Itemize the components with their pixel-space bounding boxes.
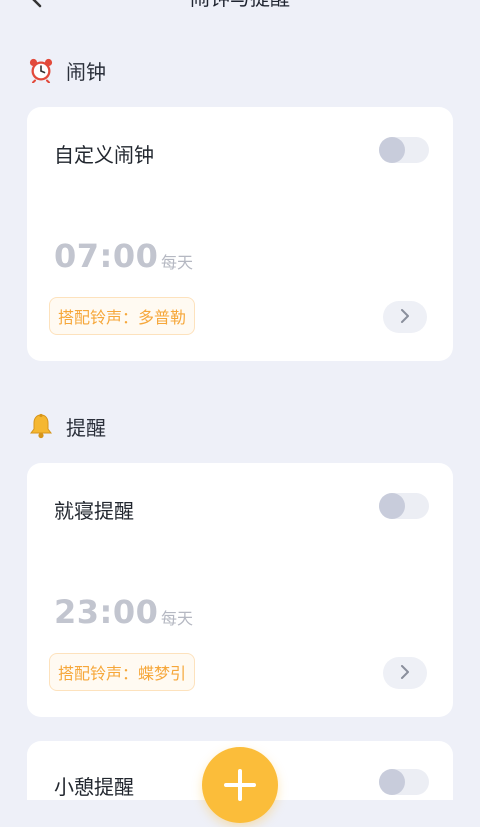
toggle-knob (379, 493, 405, 519)
top-bar: 闹钟与提醒 (0, 0, 480, 20)
alarm-time: 07:00 (54, 237, 159, 275)
section-header-reminder: 提醒 (28, 411, 106, 441)
plus-icon (202, 747, 278, 823)
card-title: 小憩提醒 (54, 775, 134, 799)
chevron-right-button[interactable] (383, 657, 427, 689)
ringtone-tag[interactable]: 搭配铃声：蝶梦引 (49, 653, 196, 691)
chevron-right-button[interactable] (383, 301, 427, 333)
section-title: 闹钟 (66, 59, 106, 84)
toggle-knob (379, 769, 405, 795)
card-title: 自定义闹钟 (54, 143, 154, 167)
section-header-alarm: 闹钟 (28, 55, 106, 85)
reminder-time: 23:00 (54, 593, 159, 631)
add-button[interactable] (202, 747, 278, 823)
alarm-clock-icon (28, 57, 54, 84)
ringtone-tag[interactable]: 搭配铃声：多普勒 (49, 297, 196, 335)
chevron-right-icon (400, 308, 410, 327)
toggle-knob (379, 137, 405, 163)
alarm-card-custom[interactable]: 自定义闹钟 07:00 每天 搭配铃声：多普勒 (27, 107, 453, 361)
bell-icon (28, 413, 54, 439)
chevron-right-icon (400, 664, 410, 683)
card-title: 就寝提醒 (54, 499, 134, 523)
alarm-toggle[interactable] (379, 137, 429, 163)
reminder-repeat: 每天 (161, 609, 194, 628)
reminder-toggle[interactable] (379, 769, 429, 795)
section-title: 提醒 (66, 415, 106, 440)
reminder-card-bedtime[interactable]: 就寝提醒 23:00 每天 搭配铃声：蝶梦引 (27, 463, 453, 717)
page-title: 闹钟与提醒 (0, 0, 480, 10)
reminder-toggle[interactable] (379, 493, 429, 519)
alarm-repeat: 每天 (161, 253, 194, 272)
